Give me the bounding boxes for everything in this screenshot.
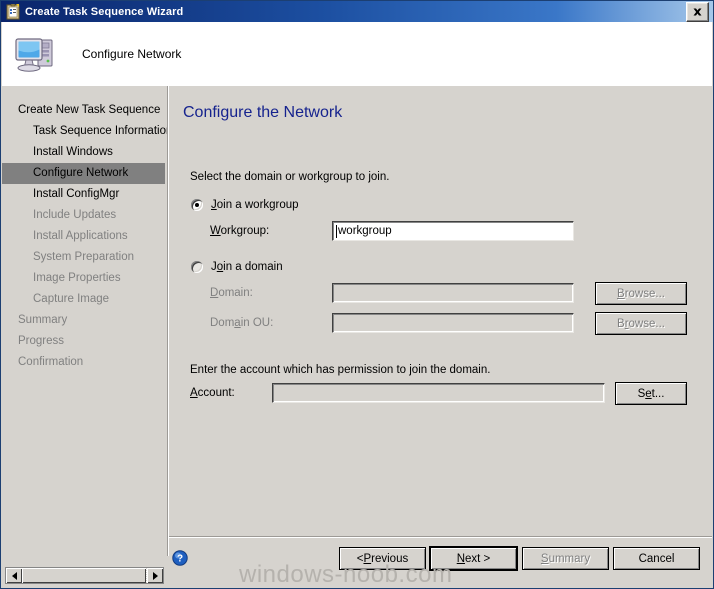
header-title: Configure Network <box>82 47 182 61</box>
sidebar-item-summary[interactable]: Summary <box>2 310 167 331</box>
sidebar-item-install-applications[interactable]: Install Applications <box>2 226 167 247</box>
sidebar-item-task-sequence-information[interactable]: Task Sequence Information <box>2 121 167 142</box>
radio-join-a-domain-label: Join a domain <box>211 261 283 273</box>
header-banner: Configure Network <box>2 22 712 86</box>
svg-text:?: ? <box>177 554 183 565</box>
wizard-window: Create Task Sequence Wizard Configure Ne… <box>0 0 714 589</box>
sidebar-item-install-windows[interactable]: Install Windows <box>2 142 167 163</box>
sidebar-item-progress[interactable]: Progress <box>2 331 167 352</box>
radio-selected-icon <box>191 199 203 211</box>
next-button[interactable]: Next > <box>430 547 517 570</box>
sidebar-item-include-updates[interactable]: Include Updates <box>2 205 167 226</box>
account-instruction-text: Enter the account which has permission t… <box>190 364 491 376</box>
sidebar-item-capture-image[interactable]: Capture Image <box>2 289 167 310</box>
radio-join-a-domain[interactable]: Join a domain <box>191 261 283 273</box>
workgroup-input-value: workgroup <box>338 225 392 237</box>
text-caret <box>336 224 337 238</box>
workgroup-input[interactable]: workgroup <box>332 221 574 241</box>
domain-label: Domain: <box>210 287 253 299</box>
close-icon[interactable] <box>686 1 709 22</box>
scrollbar-thumb[interactable] <box>22 568 146 583</box>
scroll-left-icon[interactable] <box>6 568 22 583</box>
account-input[interactable] <box>272 383 605 403</box>
domain-input[interactable] <box>332 283 574 303</box>
intro-text: Select the domain or workgroup to join. <box>190 171 390 183</box>
sidebar-item-install-configmgr[interactable]: Install ConfigMgr <box>2 184 167 205</box>
set-account-button[interactable]: Se t... <box>615 382 687 405</box>
window-title: Create Task Sequence Wizard <box>25 5 184 18</box>
footer-bar: ? < Previous Next > Summary Cancel <box>169 538 712 588</box>
workgroup-label: Workgroup: <box>210 225 270 237</box>
sidebar-item-configure-network[interactable]: Configure Network <box>2 163 165 184</box>
sidebar-item-image-properties[interactable]: Image Properties <box>2 268 167 289</box>
browse-domain-ou-button[interactable]: Br owse... <box>595 312 687 335</box>
summary-button[interactable]: Summary <box>522 547 609 570</box>
horizontal-scrollbar[interactable] <box>5 567 164 584</box>
domain-ou-label: Domain OU: <box>210 317 274 329</box>
sidebar-item-confirmation[interactable]: Confirmation <box>2 352 167 373</box>
scroll-right-icon[interactable] <box>147 568 163 583</box>
wizard-steps-sidebar: Create New Task Sequence Task Sequence I… <box>2 86 167 556</box>
domain-ou-input[interactable] <box>332 313 574 333</box>
page-title: Configure the Network <box>183 104 343 121</box>
previous-button[interactable]: < Previous <box>339 547 426 570</box>
radio-join-a-workgroup-label: Join a workgroup <box>211 199 299 211</box>
radio-unselected-icon <box>191 261 203 273</box>
computer-icon <box>12 30 60 78</box>
help-question-icon[interactable]: ? <box>172 550 188 566</box>
account-label: Account: <box>190 387 235 399</box>
content-panel: Configure the Network Select the domain … <box>169 86 712 556</box>
radio-join-a-workgroup[interactable]: Join a workgroup <box>191 199 299 211</box>
browse-domain-button[interactable]: Browse... <box>595 282 687 305</box>
cancel-button[interactable]: Cancel <box>613 547 700 570</box>
title-bar: Create Task Sequence Wizard <box>1 1 713 22</box>
sidebar-item-system-preparation[interactable]: System Preparation <box>2 247 167 268</box>
sidebar-item-create-new-task-sequence[interactable]: Create New Task Sequence <box>2 100 167 121</box>
task-sequence-clipboard-icon <box>5 3 21 20</box>
